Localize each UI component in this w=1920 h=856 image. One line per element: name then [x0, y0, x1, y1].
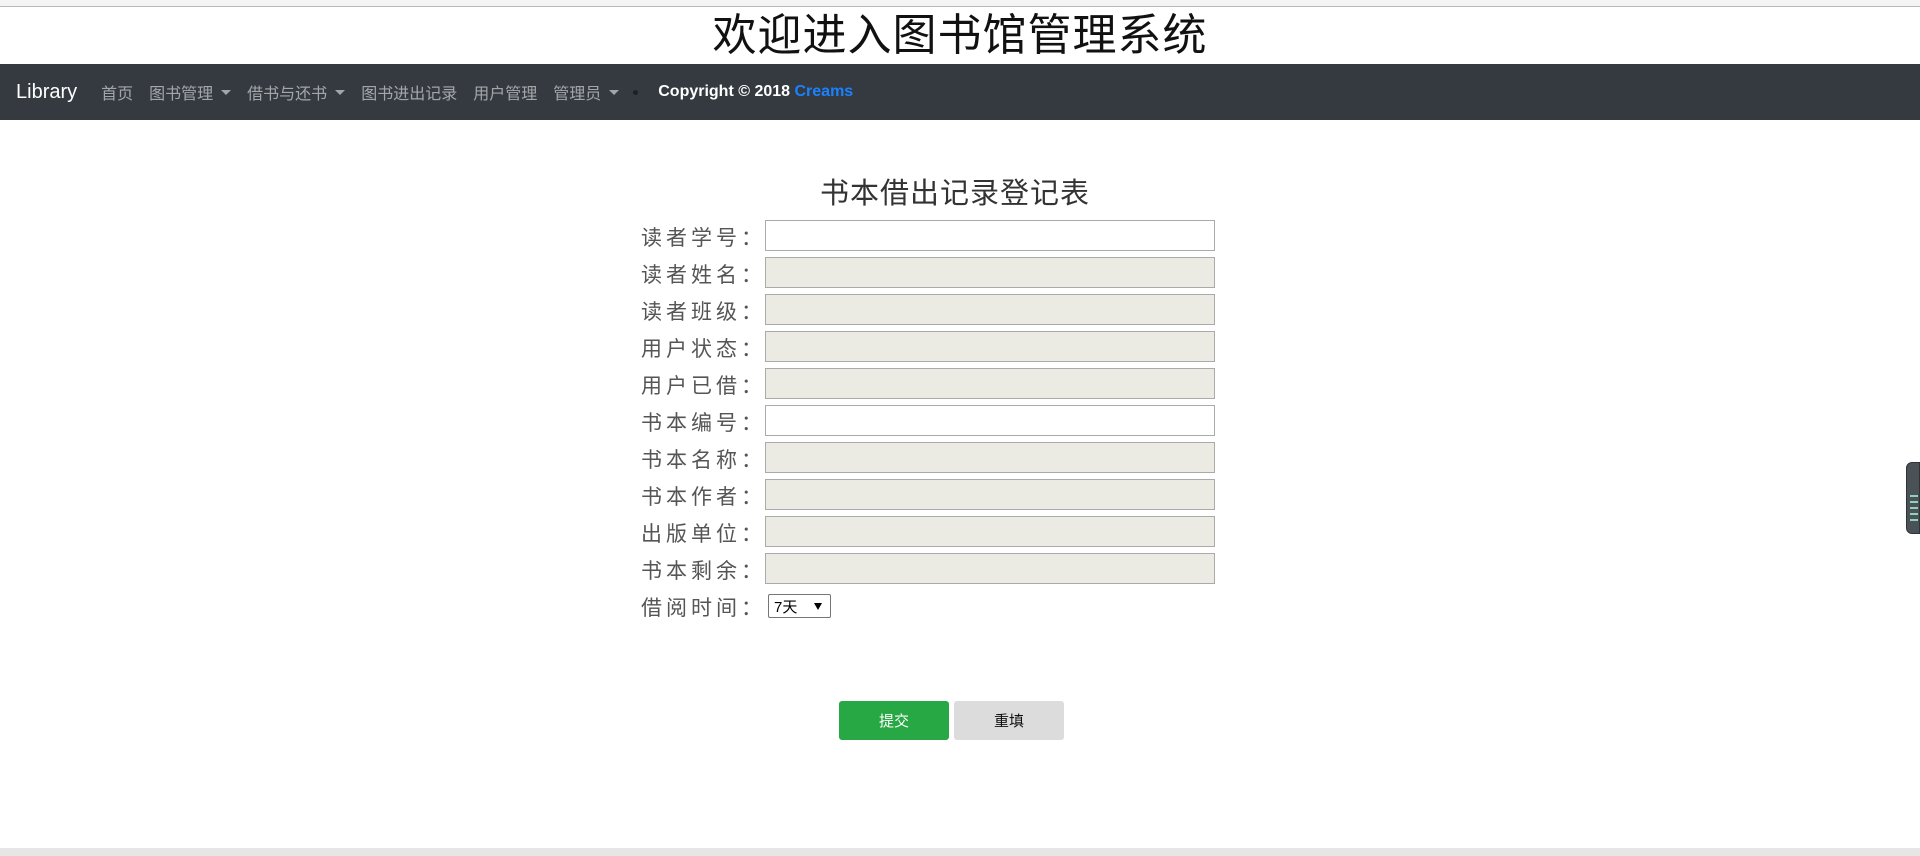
field-label: 书本名称： — [641, 448, 766, 472]
navbar: Library 首页 图书管理 借书与还书 图书进出记录 用户管理 管理员 Co… — [0, 64, 1920, 120]
field-label: 书本作者： — [641, 485, 766, 509]
widget-indicator — [1910, 513, 1918, 515]
form-row-book-author: 书本作者： — [0, 477, 1920, 514]
divider-dot — [633, 89, 639, 95]
user-borrowed-field — [765, 368, 1215, 399]
field-label: 读者姓名： — [641, 263, 766, 287]
field-label: 借阅时间： — [641, 596, 766, 620]
nav-item-label: 图书管理 — [149, 86, 214, 103]
reset-button[interactable]: 重填 — [954, 701, 1064, 740]
form-row-reader-class: 读者班级： — [0, 292, 1920, 329]
book-author-field — [765, 479, 1215, 510]
field-label: 出版单位： — [641, 522, 766, 546]
reader-id-input[interactable] — [765, 220, 1215, 251]
navbar-brand[interactable]: Library — [16, 81, 77, 104]
nav-item-book-management[interactable]: 图书管理 — [149, 80, 232, 104]
book-name-field — [765, 442, 1215, 473]
widget-indicator — [1910, 501, 1918, 503]
dropdown-arrow-icon — [814, 603, 822, 610]
copyright-text: Copyright © 2018 Creams — [658, 83, 853, 101]
reader-name-field — [765, 257, 1215, 288]
nav-item-book-records[interactable]: 图书进出记录 — [361, 80, 457, 104]
caret-down-icon — [609, 89, 620, 95]
page-title: 欢迎进入图书馆管理系统 — [712, 10, 1208, 61]
submit-button[interactable]: 提交 — [839, 701, 949, 740]
borrow-period-selected: 7天 — [774, 598, 798, 616]
nav-item-label: 借书与还书 — [247, 86, 328, 103]
nav-item-label: 图书进出记录 — [361, 86, 458, 103]
field-label: 书本编号： — [641, 411, 766, 435]
copyright-prefix: Copyright © 2018 — [658, 83, 795, 100]
nav-item-label: 首页 — [101, 86, 134, 103]
form-title: 书本借出记录登记表 — [819, 176, 1090, 210]
form-row-borrow-period: 借阅时间： 7天 — [0, 588, 1920, 625]
form-row-book-remaining: 书本剩余： — [0, 551, 1920, 588]
field-label: 用户状态： — [641, 337, 766, 361]
caret-down-icon — [221, 89, 232, 95]
reader-class-field — [765, 294, 1215, 325]
borrow-period-select[interactable]: 7天 — [768, 594, 831, 618]
field-label: 书本剩余： — [641, 559, 766, 583]
side-toolbar-widget[interactable] — [1906, 462, 1920, 534]
widget-indicator — [1910, 507, 1918, 509]
widget-indicator — [1910, 519, 1918, 521]
nav-item-admin[interactable]: 管理员 — [553, 80, 620, 104]
bottom-strip — [0, 848, 1920, 856]
book-remaining-field — [765, 553, 1215, 584]
nav-item-label: 用户管理 — [473, 86, 538, 103]
form-row-publisher: 出版单位： — [0, 514, 1920, 551]
publisher-field — [765, 516, 1215, 547]
user-status-field — [765, 331, 1215, 362]
browser-top-rule — [0, 0, 1920, 7]
widget-indicator — [1910, 495, 1918, 497]
form-row-book-name: 书本名称： — [0, 440, 1920, 477]
nav-item-borrow-return[interactable]: 借书与还书 — [247, 80, 346, 104]
book-id-input[interactable] — [765, 405, 1215, 436]
field-label: 用户已借： — [641, 374, 766, 398]
form-row-reader-name: 读者姓名： — [0, 255, 1920, 292]
form-row-user-status: 用户状态： — [0, 329, 1920, 366]
caret-down-icon — [335, 89, 346, 95]
form-row-user-borrowed: 用户已借： — [0, 366, 1920, 403]
nav-item-home[interactable]: 首页 — [101, 80, 133, 104]
nav-item-user-management[interactable]: 用户管理 — [473, 80, 537, 104]
copyright-author-link[interactable]: Creams — [795, 83, 854, 100]
nav-item-label: 管理员 — [553, 86, 602, 103]
form-row-reader-id: 读者学号： — [0, 218, 1920, 255]
form-row-book-id: 书本编号： — [0, 403, 1920, 440]
field-label: 读者班级： — [641, 300, 766, 324]
field-label: 读者学号： — [641, 226, 766, 250]
